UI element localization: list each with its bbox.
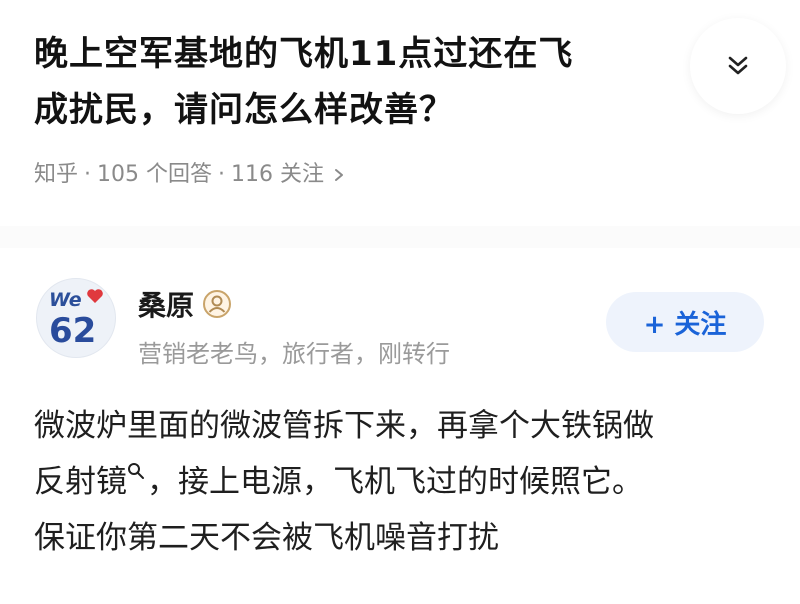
answer-text: 保证你第二天不会被飞机噪音打扰 <box>34 520 499 556</box>
avatar-number: 62 <box>49 311 97 351</box>
answer-card: We 62 桑原 营销老老鸟，旅行者，刚转行 + 关注 微波炉里面的微波管拆下来… <box>0 248 800 604</box>
follow-button[interactable]: + 关注 <box>606 292 764 352</box>
section-divider <box>0 226 800 248</box>
answer-count: 105 个回答 <box>97 162 213 187</box>
question-title-line1[interactable]: 晚上空军基地的飞机11点过还在飞 <box>34 34 573 74</box>
author-name[interactable]: 桑原 <box>138 284 194 324</box>
meta-separator: · <box>84 162 92 187</box>
question-title[interactable]: 晚上空军基地的飞机11点过还在飞 成扰民，请问怎么样改善？ <box>34 26 694 138</box>
search-link[interactable]: 反射镜 <box>34 464 127 500</box>
meta-separator: · <box>218 162 226 187</box>
author-bio: 营销老老鸟，旅行者，刚转行 <box>138 340 450 368</box>
source-label: 知乎 <box>34 162 79 187</box>
question-title-line2[interactable]: 成扰民，请问怎么样改善？ <box>34 90 454 130</box>
avatar[interactable]: We 62 <box>36 278 116 358</box>
heart-icon <box>87 289 103 303</box>
question-meta[interactable]: 知乎 · 105 个回答 · 116 关注 <box>34 158 346 192</box>
chevron-right-icon <box>332 168 346 182</box>
double-chevron-down-icon <box>728 56 748 75</box>
answer-text: 微波炉里面的微波管拆下来，再拿个大铁锅做 <box>34 408 654 444</box>
follow-count: 116 关注 <box>231 162 325 187</box>
search-icon[interactable] <box>127 462 145 480</box>
expand-button[interactable] <box>690 18 786 114</box>
avatar-text: We <box>49 289 82 311</box>
user-badge-icon <box>203 290 232 318</box>
question-header: 晚上空军基地的飞机11点过还在飞 成扰民，请问怎么样改善？ 知乎 · 105 个… <box>0 0 800 226</box>
answer-text: ，接上电源，飞机飞过的时候照它。 <box>147 464 643 500</box>
zhihu-page: 晚上空军基地的飞机11点过还在飞 成扰民，请问怎么样改善？ 知乎 · 105 个… <box>0 0 800 604</box>
answer-content[interactable]: 微波炉里面的微波管拆下来，再拿个大铁锅做 反射镜 ，接上电源，飞机飞过的时候照它。… <box>34 398 774 566</box>
author-name-row[interactable]: 桑原 <box>138 284 232 324</box>
